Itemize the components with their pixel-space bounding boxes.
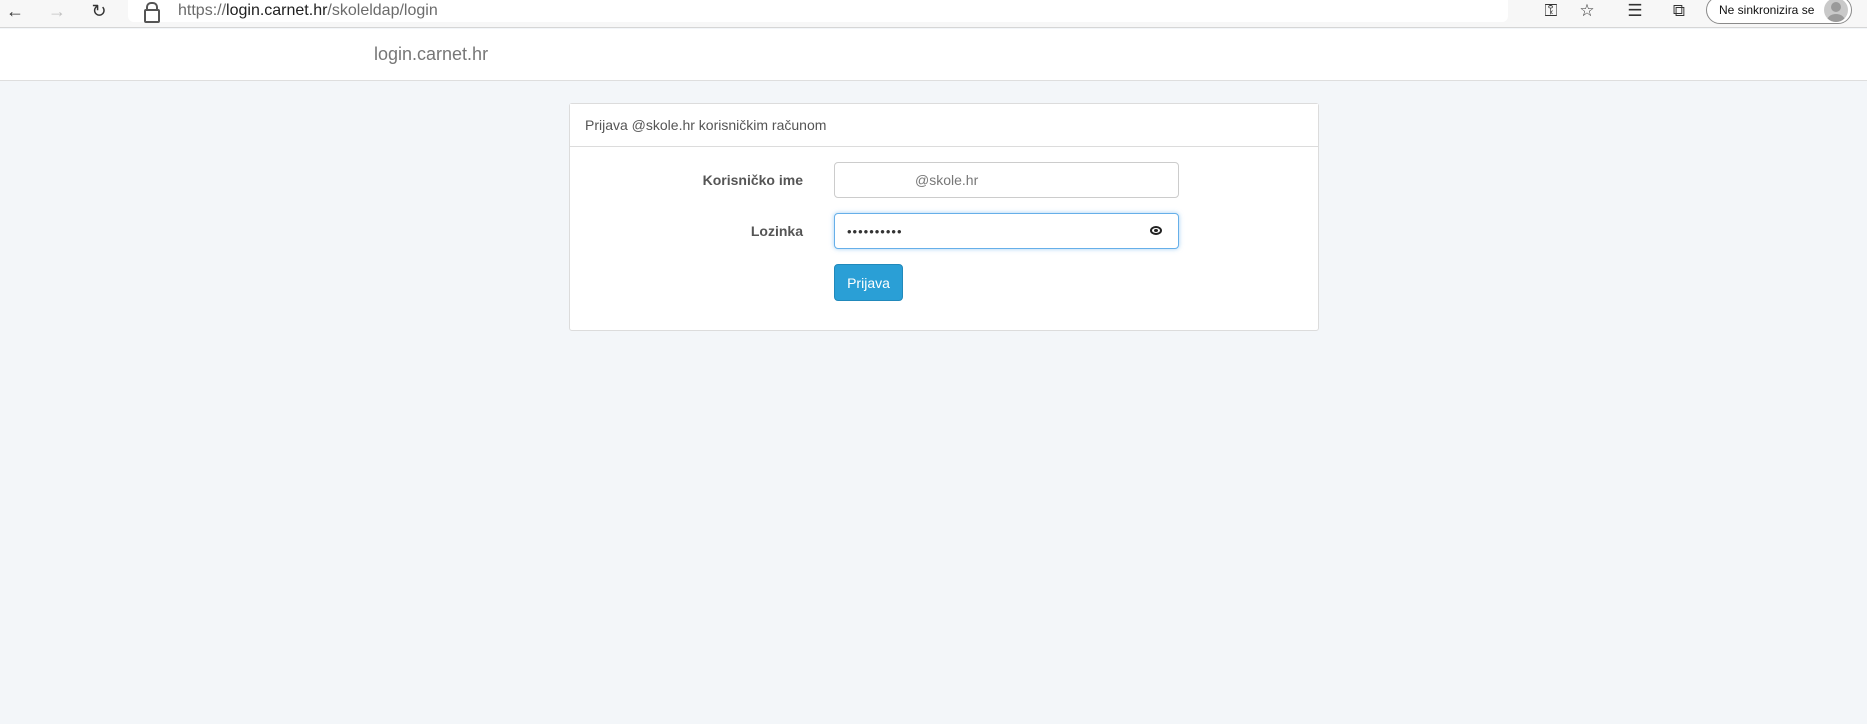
lock-icon[interactable] (142, 1, 164, 23)
forward-icon[interactable]: → (42, 0, 72, 22)
profile-button[interactable]: Ne sinkronizira se (1706, 0, 1852, 24)
site-navbar: login.carnet.hr (0, 29, 1867, 81)
site-brand[interactable]: login.carnet.hr (374, 44, 488, 65)
address-bar[interactable]: https:// login.carnet.hr /skoleldap/logi… (128, 0, 1508, 23)
url-scheme: https:// (178, 2, 227, 19)
password-label: Lozinka (750, 223, 803, 239)
username-label: Korisničko ime (702, 172, 803, 188)
username-field[interactable]: @skole.hr (834, 162, 1179, 198)
login-button[interactable]: Prijava (834, 264, 903, 301)
url-path: /skoleldap/login (327, 2, 438, 19)
panel-heading: Prijava @skole.hr korisničkim računom (570, 104, 1318, 147)
collections-icon[interactable]: ⧉ (1665, 0, 1693, 22)
star-icon[interactable]: ☆ (1573, 0, 1601, 22)
eye-icon[interactable] (1150, 226, 1162, 235)
reload-icon[interactable]: ↻ (84, 0, 114, 22)
url-host: login.carnet.hr (226, 2, 328, 19)
username-suffix: @skole.hr (915, 172, 979, 188)
favorites-icon[interactable]: ☰ (1621, 0, 1649, 22)
back-icon[interactable]: ← (0, 0, 30, 22)
password-field[interactable]: •••••••••• (834, 213, 1179, 249)
password-mask: •••••••••• (847, 223, 903, 239)
browser-toolbar: ← → ↻ https:// login.carnet.hr /skolelda… (0, 0, 1867, 28)
username-row: Korisničko ime @skole.hr (570, 162, 1318, 198)
key-icon[interactable]: ⚿ (1537, 0, 1565, 22)
profile-label: Ne sinkronizira se (1719, 3, 1815, 17)
password-row: Lozinka •••••••••• (570, 213, 1318, 249)
avatar (1824, 0, 1848, 22)
login-panel: Prijava @skole.hr korisničkim računom Ko… (569, 103, 1319, 331)
